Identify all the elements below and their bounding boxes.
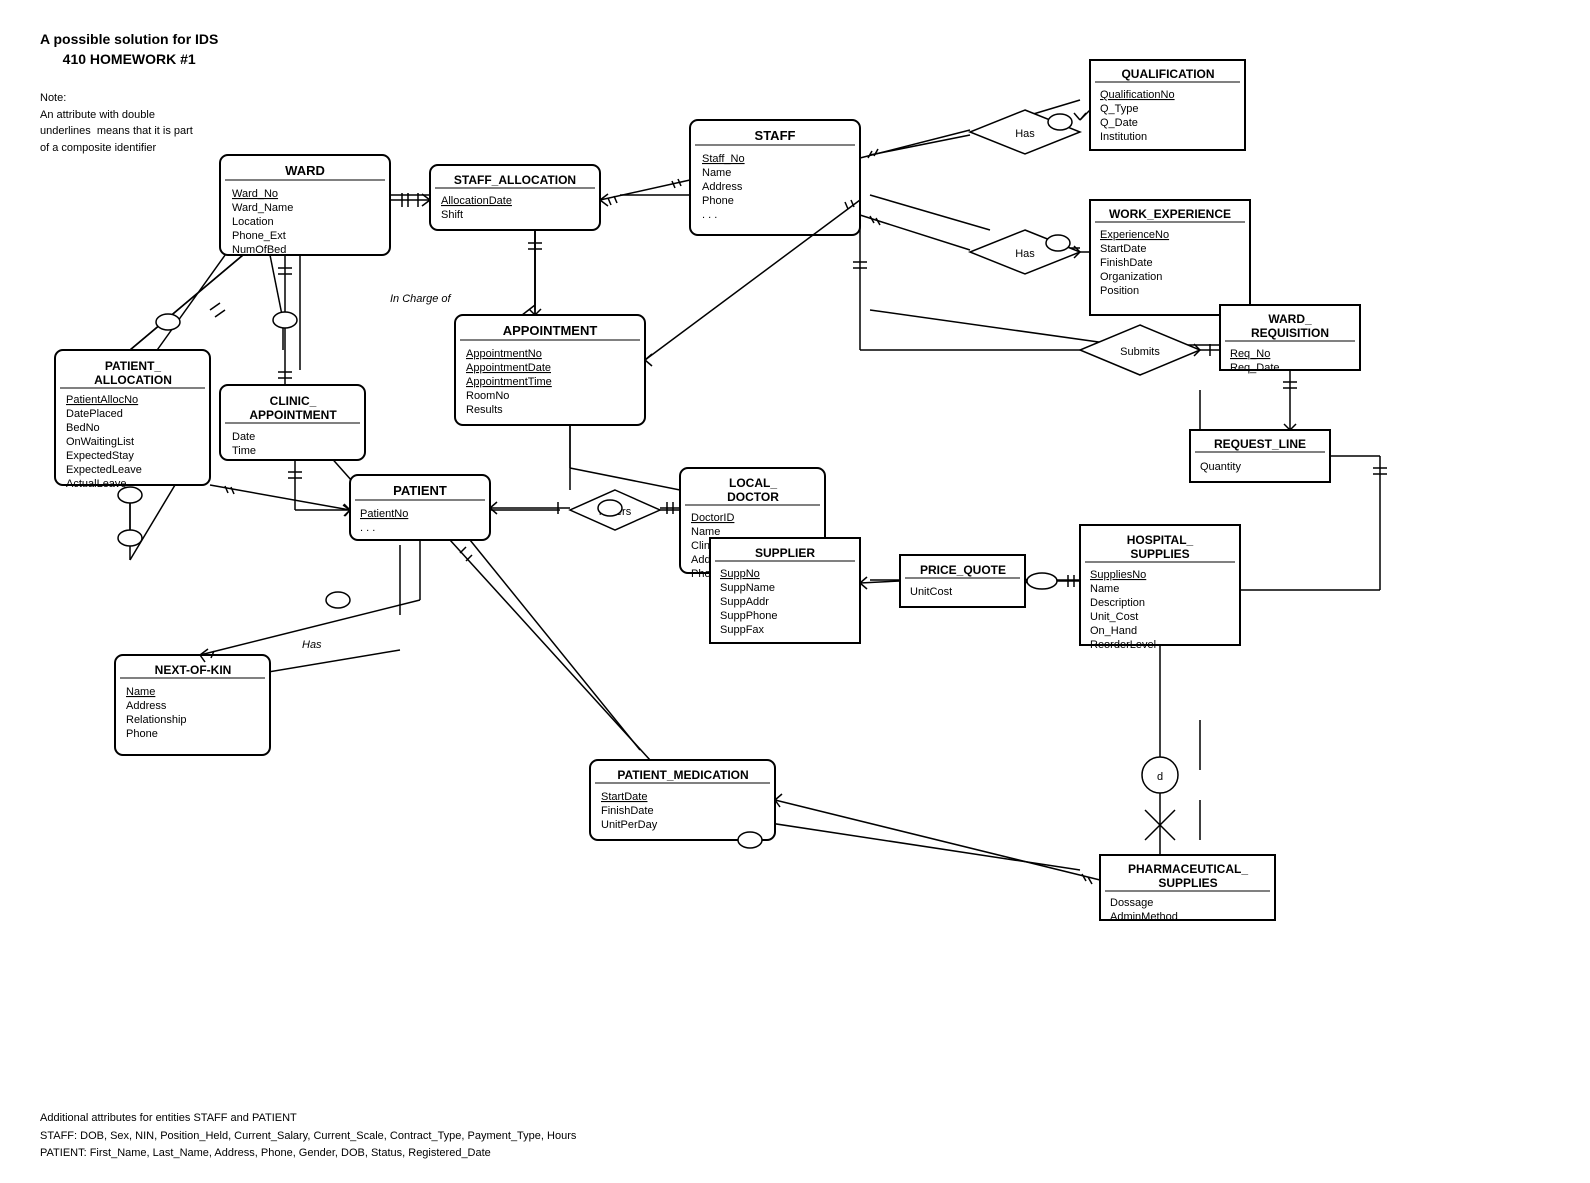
svg-text:Name: Name bbox=[1090, 583, 1119, 595]
svg-text:ExpectedLeave: ExpectedLeave bbox=[66, 464, 142, 476]
svg-text:FinishDate: FinishDate bbox=[1100, 257, 1153, 269]
svg-text:ALLOCATION: ALLOCATION bbox=[94, 373, 172, 387]
svg-text:UnitCost: UnitCost bbox=[910, 586, 952, 598]
svg-text:WARD_: WARD_ bbox=[1268, 312, 1312, 326]
svg-text:HOSPITAL_: HOSPITAL_ bbox=[1127, 533, 1194, 547]
svg-text:Req_No: Req_No bbox=[1230, 348, 1270, 360]
svg-text:Organization: Organization bbox=[1100, 271, 1162, 283]
svg-text:NEXT-OF-KIN: NEXT-OF-KIN bbox=[155, 663, 232, 677]
svg-text:StartDate: StartDate bbox=[1100, 243, 1146, 255]
svg-text:SUPPLIES: SUPPLIES bbox=[1158, 876, 1217, 890]
svg-text:Staff_No: Staff_No bbox=[702, 153, 745, 165]
svg-text:LOCAL_: LOCAL_ bbox=[729, 476, 777, 490]
svg-text:ExperienceNo: ExperienceNo bbox=[1100, 229, 1169, 241]
svg-text:DatePlaced: DatePlaced bbox=[66, 408, 123, 420]
svg-text:DOCTOR: DOCTOR bbox=[727, 490, 779, 504]
svg-text:STAFF: STAFF bbox=[755, 128, 796, 143]
svg-text:. . .: . . . bbox=[360, 522, 375, 534]
svg-text:SuppPhone: SuppPhone bbox=[720, 610, 778, 622]
svg-text:SUPPLIES: SUPPLIES bbox=[1130, 547, 1189, 561]
svg-text:SuppName: SuppName bbox=[720, 582, 775, 594]
svg-text:Phone: Phone bbox=[126, 728, 158, 740]
svg-text:Name: Name bbox=[691, 526, 720, 538]
svg-text:PATIENT: PATIENT bbox=[393, 483, 447, 498]
svg-text:Description: Description bbox=[1090, 597, 1145, 609]
svg-text:CLINIC_: CLINIC_ bbox=[270, 394, 317, 408]
svg-text:Q_Type: Q_Type bbox=[1100, 103, 1139, 115]
svg-text:Name: Name bbox=[702, 167, 731, 179]
svg-text:. . .: . . . bbox=[702, 209, 717, 221]
svg-text:Time: Time bbox=[232, 445, 256, 457]
svg-text:PatientNo: PatientNo bbox=[360, 508, 408, 520]
svg-text:Date: Date bbox=[232, 431, 255, 443]
svg-text:SUPPLIER: SUPPLIER bbox=[755, 546, 815, 560]
svg-text:AppointmentDate: AppointmentDate bbox=[466, 362, 551, 374]
svg-text:AllocationDate: AllocationDate bbox=[441, 195, 512, 207]
svg-text:WORK_EXPERIENCE: WORK_EXPERIENCE bbox=[1109, 207, 1231, 221]
svg-text:SuppNo: SuppNo bbox=[720, 568, 760, 580]
svg-text:Unit_Cost: Unit_Cost bbox=[1090, 611, 1138, 623]
svg-text:Dossage: Dossage bbox=[1110, 897, 1153, 909]
svg-text:Address: Address bbox=[126, 700, 167, 712]
svg-text:SuppFax: SuppFax bbox=[720, 624, 765, 636]
svg-text:Relationship: Relationship bbox=[126, 714, 187, 726]
svg-text:QualificationNo: QualificationNo bbox=[1100, 89, 1175, 101]
svg-text:Phone_Ext: Phone_Ext bbox=[232, 230, 286, 242]
svg-text:BedNo: BedNo bbox=[66, 422, 100, 434]
svg-text:AdminMethod: AdminMethod bbox=[1110, 911, 1178, 923]
svg-text:Has: Has bbox=[302, 639, 322, 651]
svg-text:Shift: Shift bbox=[441, 209, 463, 221]
svg-text:Results: Results bbox=[466, 404, 503, 416]
svg-text:Position: Position bbox=[1100, 285, 1139, 297]
svg-text:Ward_No: Ward_No bbox=[232, 188, 278, 200]
svg-text:DoctorID: DoctorID bbox=[691, 512, 734, 524]
svg-text:REQUISITION: REQUISITION bbox=[1251, 326, 1329, 340]
svg-text:NumOfBed: NumOfBed bbox=[232, 244, 286, 256]
svg-text:PHARMACEUTICAL_: PHARMACEUTICAL_ bbox=[1128, 862, 1248, 876]
svg-text:REQUEST_LINE: REQUEST_LINE bbox=[1214, 437, 1306, 451]
svg-text:Ward_Name: Ward_Name bbox=[232, 202, 293, 214]
svg-text:StartDate: StartDate bbox=[601, 791, 647, 803]
svg-text:Has: Has bbox=[1015, 248, 1035, 260]
svg-text:APPOINTMENT: APPOINTMENT bbox=[249, 408, 337, 422]
svg-text:Location: Location bbox=[232, 216, 274, 228]
svg-text:Req_Date: Req_Date bbox=[1230, 362, 1280, 374]
svg-text:Address: Address bbox=[702, 181, 743, 193]
svg-text:PATIENT_MEDICATION: PATIENT_MEDICATION bbox=[617, 768, 748, 782]
svg-text:SuppliesNo: SuppliesNo bbox=[1090, 569, 1146, 581]
svg-text:Institution: Institution bbox=[1100, 131, 1147, 143]
svg-text:Name: Name bbox=[126, 686, 155, 698]
svg-text:STAFF_ALLOCATION: STAFF_ALLOCATION bbox=[454, 173, 576, 187]
svg-text:ReorderLevel: ReorderLevel bbox=[1090, 639, 1156, 651]
svg-text:Q_Date: Q_Date bbox=[1100, 117, 1138, 129]
svg-text:UnitPerDay: UnitPerDay bbox=[601, 819, 658, 831]
svg-text:RoomNo: RoomNo bbox=[466, 390, 509, 402]
svg-text:SuppAddr: SuppAddr bbox=[720, 596, 769, 608]
svg-text:Quantity: Quantity bbox=[1200, 461, 1241, 473]
svg-text:PRICE_QUOTE: PRICE_QUOTE bbox=[920, 563, 1006, 577]
footer-note: Additional attributes for entities STAFF… bbox=[40, 1110, 576, 1163]
svg-text:OnWaitingList: OnWaitingList bbox=[66, 436, 134, 448]
svg-text:In Charge of: In Charge of bbox=[390, 293, 451, 305]
svg-text:Has: Has bbox=[1015, 128, 1035, 140]
svg-text:AppointmentTime: AppointmentTime bbox=[466, 376, 552, 388]
svg-text:ExpectedStay: ExpectedStay bbox=[66, 450, 134, 462]
svg-text:FinishDate: FinishDate bbox=[601, 805, 654, 817]
svg-text:APPOINTMENT: APPOINTMENT bbox=[503, 323, 598, 338]
svg-text:QUALIFICATION: QUALIFICATION bbox=[1121, 67, 1214, 81]
svg-text:Phone: Phone bbox=[702, 195, 734, 207]
svg-text:AppointmentNo: AppointmentNo bbox=[466, 348, 542, 360]
svg-text:d: d bbox=[1157, 771, 1163, 783]
svg-text:Submits: Submits bbox=[1120, 346, 1160, 358]
svg-text:PATIENT_: PATIENT_ bbox=[105, 359, 162, 373]
svg-text:ActualLeave: ActualLeave bbox=[66, 478, 127, 490]
svg-text:WARD: WARD bbox=[285, 163, 325, 178]
svg-text:PatientAllocNo: PatientAllocNo bbox=[66, 394, 138, 406]
svg-text:On_Hand: On_Hand bbox=[1090, 625, 1137, 637]
